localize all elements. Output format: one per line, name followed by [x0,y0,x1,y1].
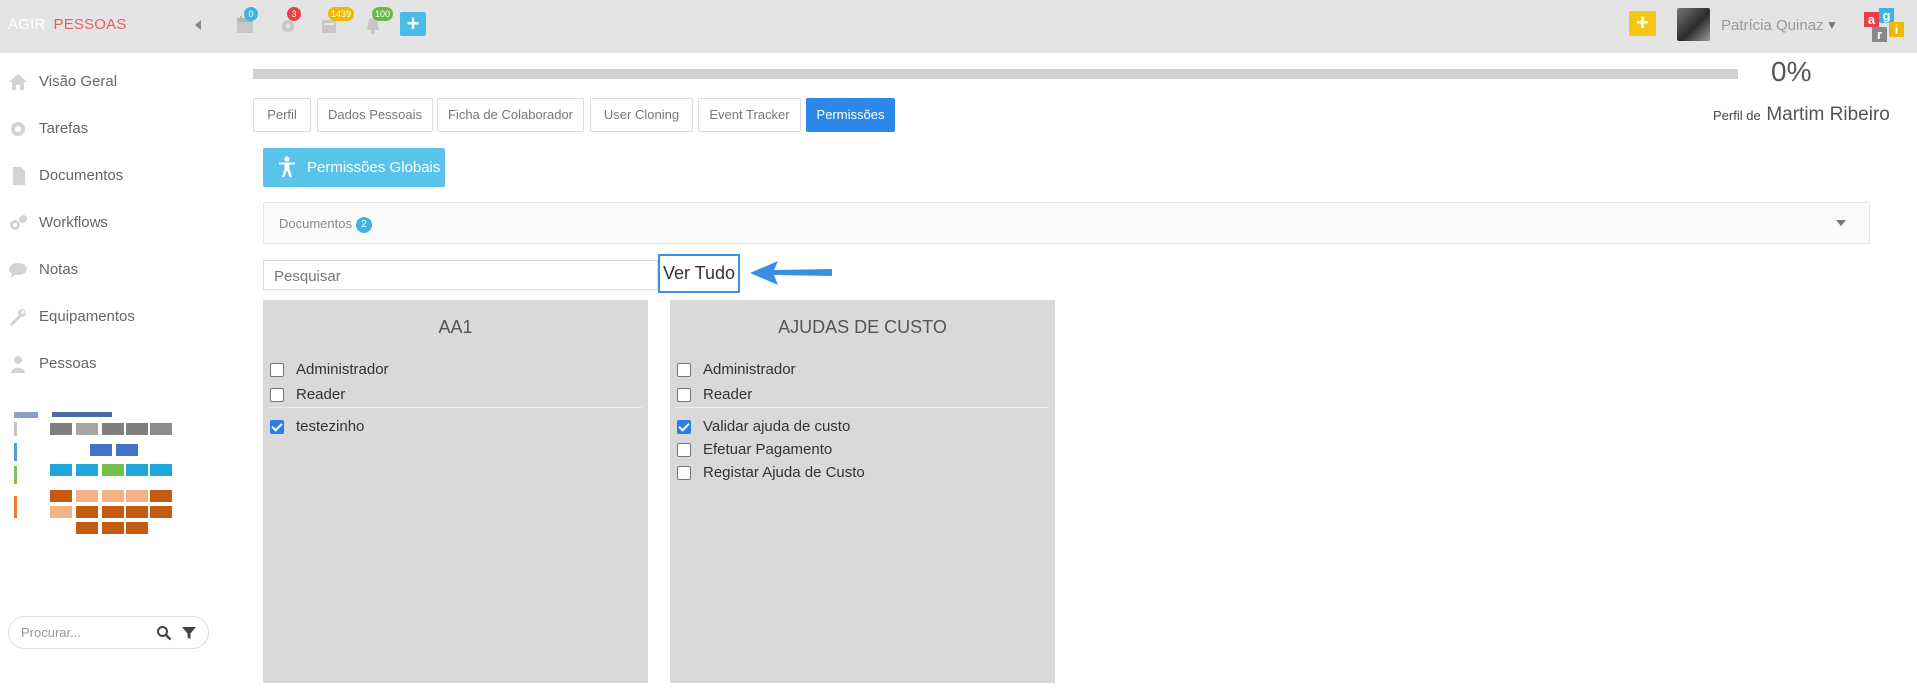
global-permissions-button[interactable]: Permissões Globais [263,148,445,187]
checkbox-label: Registar Ajuda de Custo [703,464,865,481]
accordion-label: Documentos [279,216,352,231]
tab-ficha-de-colaborador[interactable]: Ficha de Colaborador [437,98,584,132]
card-title: AA1 [438,317,473,337]
wrench-icon [8,308,28,326]
card-title: AJUDAS DE CUSTO [778,317,947,337]
logo-letter-i: i [1889,22,1904,37]
checkbox[interactable] [677,443,691,457]
checkbox-label: Administrador [296,361,389,378]
arrow-pointer-icon [750,261,832,285]
inbox-icon[interactable]: 1439 [318,7,355,36]
tab-perfil[interactable]: Perfil [253,98,311,132]
sidebar-item-label: Tarefas [39,120,89,137]
checkbox-label: Reader [296,386,346,403]
logo-letter-r: r [1872,27,1887,42]
sidebar-item-label: Workflows [39,214,108,231]
tab-user-cloning[interactable]: User Cloning [590,98,693,132]
global-permissions-label: Permissões Globais [307,159,441,176]
process-map-image[interactable] [12,410,182,540]
settings-icon[interactable]: 3 [277,7,301,36]
logo-letter-g: g [1879,8,1894,23]
sidebar-item-label: Equipamentos [39,308,135,325]
sidebar-item-equipamentos[interactable]: Equipamentos [0,302,220,332]
user-name[interactable]: Patrícia Quinaz [1721,17,1824,34]
sidebar-item-pessoas[interactable]: Pessoas [0,349,220,379]
notifications-badge: 100 [372,7,394,21]
calendar-badge: 0 [244,7,258,21]
permissions-search-placeholder: Pesquisar [274,268,341,285]
collapse-sidebar-icon[interactable] [195,20,201,30]
checkbox[interactable] [270,363,284,377]
chat-icon [8,261,28,279]
inbox-badge: 1439 [328,7,355,21]
sidebar-item-visao-geral[interactable]: Visão Geral [0,67,220,97]
chevron-down-icon[interactable]: ▼ [1826,18,1838,32]
sidebar-search-field[interactable]: Procurar... [8,616,209,649]
sidebar-item-tarefas[interactable]: Tarefas [0,114,220,144]
sidebar-item-label: Notas [39,261,79,278]
profile-progress-bar [253,69,1738,79]
checkbox[interactable] [270,388,284,402]
accordion-title: Documentos 2 [279,216,372,233]
sidebar-item-notas[interactable]: Notas [0,255,220,285]
divider [676,407,1049,408]
sidebar-item-documentos[interactable]: Documentos [0,161,220,191]
checkbox-label: testezinho [296,418,365,435]
progress-percentage: 0% [1771,56,1812,87]
search-icon[interactable] [156,625,172,641]
checkbox-label: Reader [703,386,753,403]
document-icon [8,167,28,185]
top-bar: AGIR PESSOAS 0 3 1439 100 + + Patrícia Qu… [0,0,1917,53]
avatar[interactable] [1677,8,1710,41]
calendar-icon[interactable]: 0 [234,7,258,36]
app-logo: a g r i [1864,8,1908,44]
checkbox[interactable] [677,466,691,480]
checkbox-label: Administrador [703,361,796,378]
user-icon [8,355,28,373]
permission-card-ajudas-de-custo: AJUDAS DE CUSTO Administrador Reader Val… [670,300,1055,683]
checkbox-label: Efetuar Pagamento [703,441,833,458]
gears-icon [8,214,28,232]
profile-owner: Perfil de Martim Ribeiro [1713,104,1890,126]
sidebar: Visão Geral Tarefas Documentos Workflows… [0,53,230,693]
permissions-search-input[interactable]: Pesquisar [263,260,658,290]
sidebar-item-label: Pessoas [39,355,97,372]
chevron-down-icon[interactable] [1836,220,1846,226]
checkbox[interactable] [677,388,691,402]
settings-badge: 3 [287,7,301,21]
checkbox[interactable] [677,363,691,377]
quick-add-button[interactable]: + [1629,11,1656,36]
sidebar-item-workflows[interactable]: Workflows [0,208,220,238]
permission-card-aa1: AA1 Administrador Reader testezinho [263,300,648,683]
documents-count-badge: 2 [355,216,372,233]
bell-icon[interactable]: 100 [362,7,394,36]
accessibility-person-icon [277,156,297,178]
ver-tudo-button[interactable]: Ver Tudo [658,254,740,293]
checkbox-checked[interactable] [270,420,284,434]
logo-letter-a: a [1864,12,1879,27]
divider [269,407,642,408]
gear-icon [8,120,28,138]
home-icon [8,73,28,91]
profile-person-name: Martim Ribeiro [1766,104,1890,125]
checkbox-label: Validar ajuda de custo [703,418,851,435]
documents-accordion[interactable]: Documentos 2 [263,202,1870,244]
brand-part-agir: AGIR [8,16,46,33]
add-button[interactable]: + [400,12,426,36]
tab-permissoes[interactable]: Permissões [806,98,895,132]
sidebar-item-label: Visão Geral [39,73,118,90]
tab-dados-pessoais[interactable]: Dados Pessoais [317,98,433,132]
filter-icon[interactable] [181,625,197,641]
plus-icon: + [406,11,420,36]
brand-part-pessoas: PESSOAS [53,16,127,33]
tab-event-tracker[interactable]: Event Tracker [698,98,801,132]
sidebar-search-placeholder: Procurar... [21,625,81,640]
checkbox-checked[interactable] [677,420,691,434]
brand-title[interactable]: AGIR PESSOAS [8,16,127,33]
perfil-de-label: Perfil de [1713,108,1761,123]
plus-icon: + [1636,10,1649,35]
sidebar-item-label: Documentos [39,167,124,184]
